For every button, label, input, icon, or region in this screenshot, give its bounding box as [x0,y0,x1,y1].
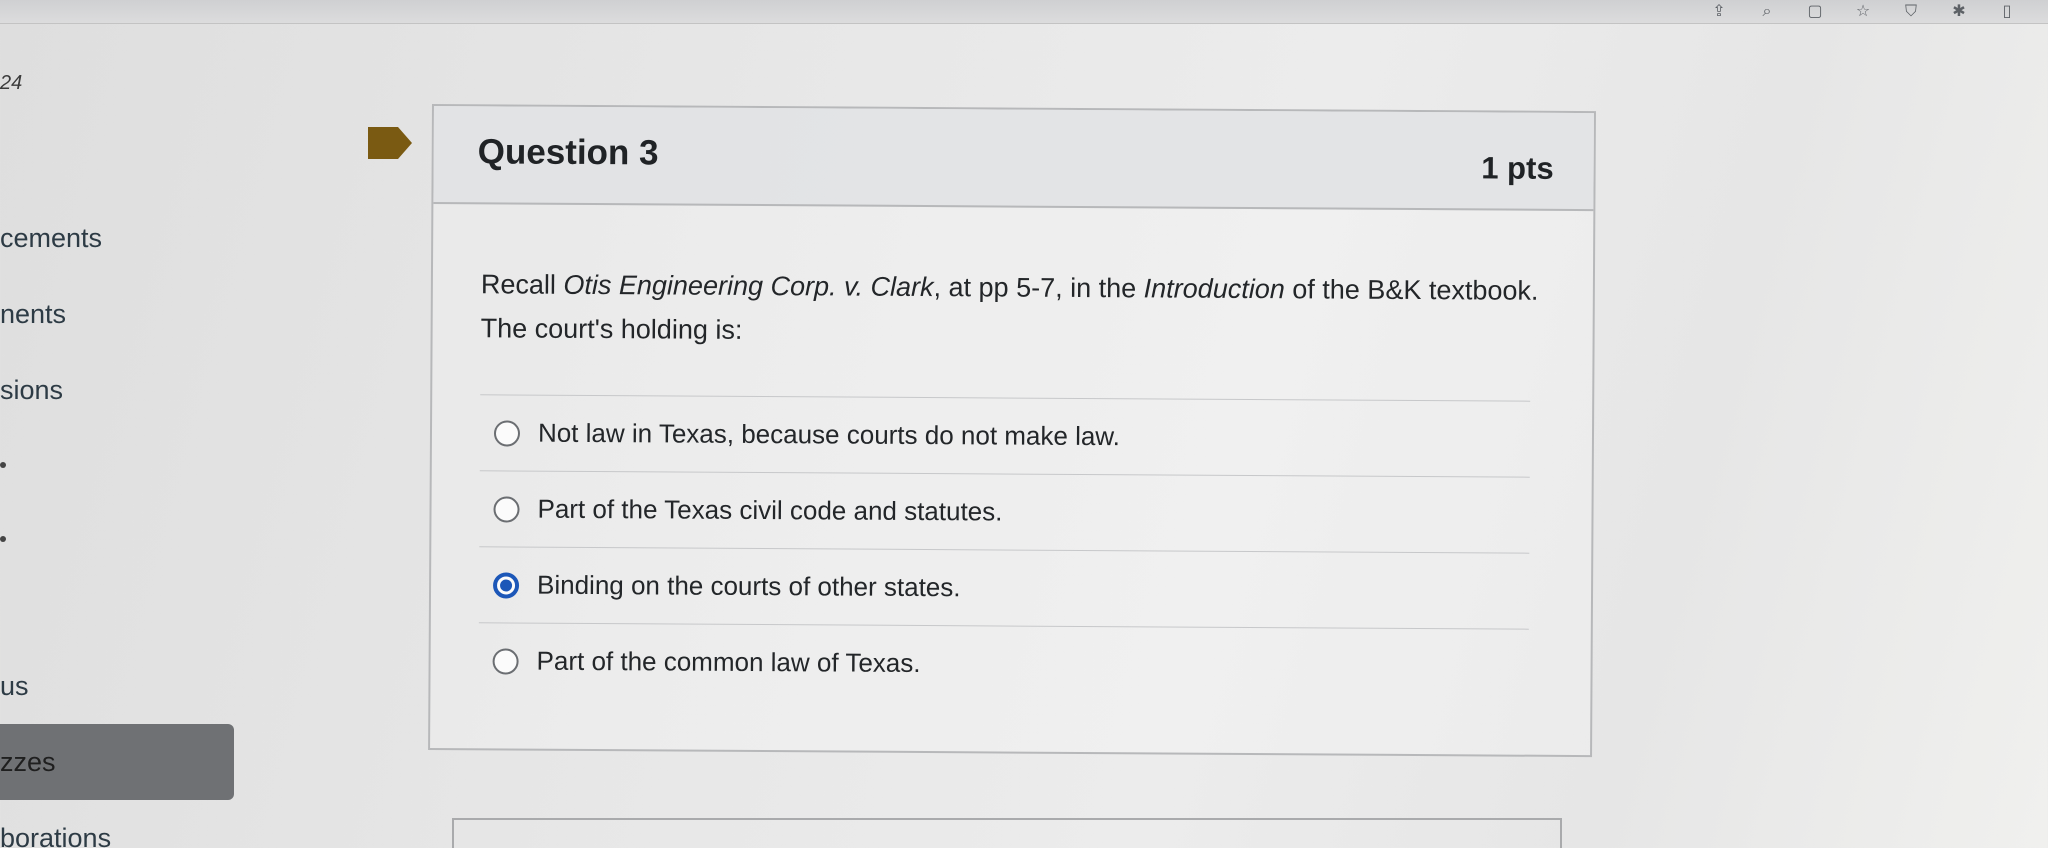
bookmark-flag-icon[interactable] [368,125,412,161]
zoom-icon[interactable]: ⌕ [1756,4,1778,20]
answer-label[interactable]: Part of the Texas civil code and statute… [537,494,1002,528]
answer-label[interactable]: Not law in Texas, because courts do not … [538,418,1120,453]
question-header: Question 3 1 pts [433,106,1594,212]
question-points: 1 pts [1481,150,1554,186]
nav-fragment [0,462,6,468]
sidebar-item-announcements[interactable]: cements [0,200,234,276]
question-title: Question 3 [477,132,659,173]
sidebar-item-assignments[interactable]: nents [0,276,234,352]
window-icon[interactable]: ▢ [1804,4,1826,20]
answer-option[interactable]: Part of the common law of Texas. [478,622,1529,705]
puzzle-icon[interactable]: ✱ [1948,4,1970,20]
share-icon[interactable]: ⇪ [1708,4,1730,20]
browser-toolbar: ⇪ ⌕ ▢ ☆ ⛉ ✱ ▯ [0,0,2048,24]
page-number: 24 [0,72,23,94]
question-text-part: Recall [480,269,564,300]
browser-toolbar-icons: ⇪ ⌕ ▢ ☆ ⛉ ✱ ▯ [1708,0,2018,24]
radio-button[interactable] [493,495,520,523]
sidebar-item-syllabus[interactable]: us [0,648,234,724]
answer-list: Not law in Texas, because courts do not … [478,394,1531,705]
shield-icon[interactable]: ⛉ [1900,4,1922,20]
sidebar-item-discussions[interactable]: sions [0,352,234,428]
answer-option[interactable]: Binding on the courts of other states. [478,546,1530,629]
radio-button-selected[interactable] [492,571,520,599]
answer-option[interactable]: Part of the Texas civil code and statute… [479,470,1530,553]
answer-label[interactable]: Binding on the courts of other states. [537,570,961,604]
star-icon[interactable]: ☆ [1852,4,1874,20]
section-name: Introduction [1143,273,1285,305]
nav-fragment [0,536,6,542]
question-card: Question 3 1 pts Recall Otis Engineering… [428,104,1596,758]
sidebar-item-quizzes[interactable]: zzes [0,724,234,800]
answer-label[interactable]: Part of the common law of Texas. [537,646,921,679]
radio-button[interactable] [493,419,521,447]
question-text: Recall Otis Engineering Corp. v. Clark, … [480,262,1561,357]
next-question-card [452,818,1562,848]
sidebar-icon[interactable]: ▯ [1996,4,2018,20]
question-text-part: , at pp 5-7, in the [933,272,1144,304]
sidebar-item-collaborations[interactable]: borations [0,800,234,848]
case-name: Otis Engineering Corp. v. Clark [563,269,934,303]
answer-option[interactable]: Not law in Texas, because courts do not … [479,394,1531,477]
radio-button[interactable] [492,647,519,675]
